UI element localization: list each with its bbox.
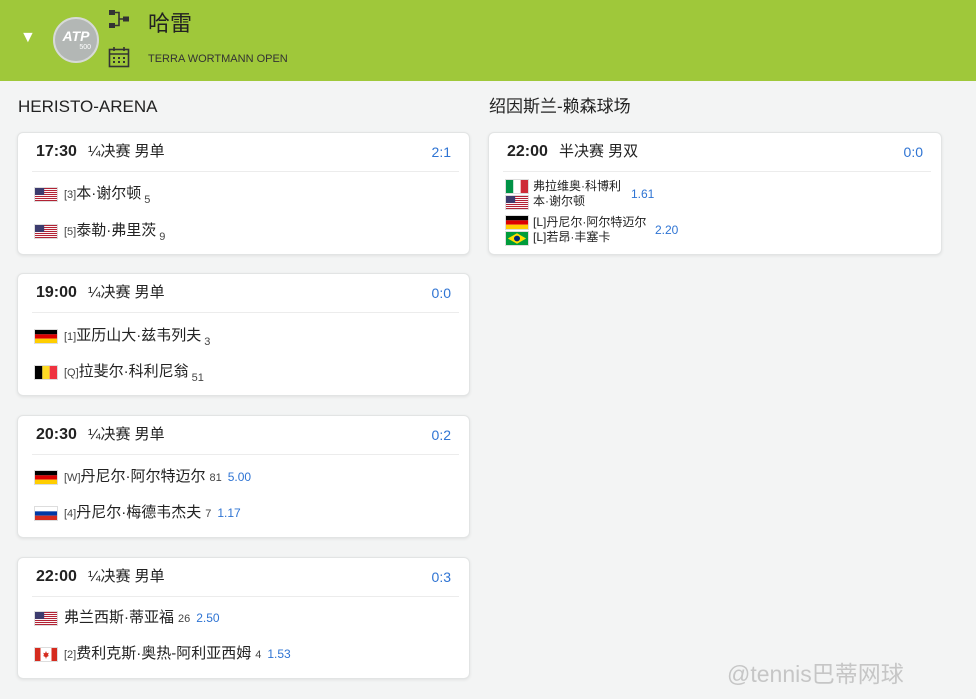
match-score[interactable]: 0:2 bbox=[432, 425, 451, 445]
match-round: ¼决赛 男单 bbox=[88, 426, 165, 443]
match-card[interactable]: 20:30 ¼决赛 男单 0:2 [W]丹尼尔·阿尔特迈尔 81 5.00 [4]丹… bbox=[17, 415, 470, 538]
atp-500-logo: ATP 500 bbox=[53, 17, 99, 63]
player-name[interactable]: 拉斐尔·科利尼翁 bbox=[79, 363, 189, 380]
match-header: 19:00 ¼决赛 男单 0:0 bbox=[18, 274, 469, 312]
weibo-watermark: @tennis巴蒂网球 bbox=[727, 661, 904, 687]
match-time: 19:00 bbox=[36, 284, 77, 301]
tournament-subtitle: TERRA WORTMANN OPEN bbox=[148, 53, 288, 65]
match-time: 20:30 bbox=[36, 426, 77, 443]
match-header: 20:30 ¼决赛 男单 0:2 bbox=[18, 416, 469, 454]
player-seed: [2] bbox=[64, 649, 77, 661]
player-seed: [Q] bbox=[64, 367, 79, 379]
divider bbox=[32, 171, 459, 172]
player-name[interactable]: 费利克斯·奥热-阿利亚西姆 bbox=[76, 645, 251, 662]
match-score[interactable]: 0:0 bbox=[904, 142, 923, 162]
match-round: ¼决赛 男单 bbox=[88, 143, 165, 160]
player-rank: 5 bbox=[144, 194, 151, 206]
player-seed: [5] bbox=[64, 226, 77, 238]
divider bbox=[503, 171, 931, 172]
match-time: 22:00 bbox=[36, 568, 77, 585]
player-name-line: [3]本·谢尔顿 5 bbox=[64, 184, 151, 206]
player-seed: [3] bbox=[64, 189, 77, 201]
player-rank: 9 bbox=[159, 231, 166, 243]
player-name-line: [W]丹尼尔·阿尔特迈尔 81 5.00 bbox=[64, 467, 251, 488]
collapse-toggle-icon[interactable]: ▼ bbox=[20, 28, 36, 48]
player-rank: 51 bbox=[191, 372, 204, 384]
player-name[interactable]: 本·谢尔顿 bbox=[533, 194, 621, 209]
player-rank: 4 bbox=[255, 649, 262, 661]
player-odds[interactable]: 1.17 bbox=[217, 506, 240, 520]
germany-flag-icon bbox=[505, 215, 529, 230]
player-name[interactable]: 丹尼尔·阿尔特迈尔 bbox=[81, 468, 206, 485]
match-header: 17:30 ¼决赛 男单 2:1 bbox=[18, 133, 469, 171]
player-name-line: [1]亚历山大·兹韦列夫 3 bbox=[64, 326, 211, 348]
calendar-icon[interactable] bbox=[108, 46, 130, 68]
match-time: 22:00 bbox=[507, 143, 548, 160]
tournament-header: ▼ ATP 500 哈雷 TERRA WORTMANN OPEN bbox=[0, 0, 976, 81]
match-round: 半决赛 男双 bbox=[559, 143, 639, 160]
team-odds[interactable]: 1.61 bbox=[631, 187, 654, 202]
tournament-name[interactable]: 哈雷 bbox=[148, 11, 192, 37]
player-name[interactable]: [L]丹尼尔·阿尔特迈尔 bbox=[533, 215, 646, 230]
player-name[interactable]: 本·谢尔顿 bbox=[76, 185, 141, 202]
match-header: 22:00 ¼决赛 男单 0:3 bbox=[18, 558, 469, 596]
usa-flag-icon bbox=[34, 224, 58, 239]
match-score[interactable]: 2:1 bbox=[432, 142, 451, 162]
match-card[interactable]: 22:00 半决赛 男双 0:0 弗拉维奥·科博利 本·谢尔顿 1.61 [L]… bbox=[488, 132, 942, 255]
player-rank: 7 bbox=[205, 508, 212, 520]
player-rank: 3 bbox=[204, 336, 211, 348]
player-odds[interactable]: 2.50 bbox=[196, 611, 219, 625]
match-round: ¼决赛 男单 bbox=[88, 284, 165, 301]
player-name[interactable]: 弗拉维奥·科博利 bbox=[533, 179, 621, 194]
player-name[interactable]: 丹尼尔·梅德韦杰夫 bbox=[76, 504, 201, 521]
player-odds[interactable]: 1.53 bbox=[267, 647, 290, 661]
team-names: 弗拉维奥·科博利 本·谢尔顿 bbox=[533, 179, 621, 209]
canada-flag-icon bbox=[34, 647, 58, 662]
player-rank: 26 bbox=[178, 613, 191, 625]
player-seed: [1] bbox=[64, 331, 77, 343]
player-name[interactable]: 亚历山大·兹韦列夫 bbox=[76, 327, 201, 344]
match-card[interactable]: 22:00 ¼决赛 男单 0:3 弗兰西斯·蒂亚福 26 2.50 [2]费利克斯·… bbox=[17, 557, 470, 679]
logo-sub: 500 bbox=[79, 44, 91, 51]
divider bbox=[32, 312, 459, 313]
player-seed: [4] bbox=[64, 508, 77, 520]
germany-flag-icon bbox=[34, 470, 58, 485]
player-rank: 81 bbox=[209, 472, 222, 484]
logo-text: ATP bbox=[62, 28, 90, 44]
player-name-line: [Q]拉斐尔·科利尼翁 51 bbox=[64, 362, 204, 384]
player-name-line: [4]丹尼尔·梅德韦杰夫 7 1.17 bbox=[64, 503, 241, 524]
brazil-flag-icon bbox=[505, 231, 529, 246]
match-time: 17:30 bbox=[36, 143, 77, 160]
belgium-flag-icon bbox=[34, 365, 58, 380]
team-odds[interactable]: 2.20 bbox=[655, 223, 678, 238]
player-seed: [W] bbox=[64, 472, 81, 484]
usa-flag-icon bbox=[34, 611, 58, 626]
italy-flag-icon bbox=[505, 179, 529, 194]
player-name-line: 弗兰西斯·蒂亚福 26 2.50 bbox=[64, 608, 220, 629]
bracket-icon[interactable] bbox=[108, 9, 130, 29]
usa-flag-icon bbox=[34, 187, 58, 202]
usa-flag-icon bbox=[505, 195, 529, 210]
divider bbox=[32, 596, 459, 597]
match-header: 22:00 半决赛 男双 0:0 bbox=[489, 133, 941, 171]
match-round: ¼决赛 男单 bbox=[88, 568, 165, 585]
venue-title: HERISTO-ARENA bbox=[18, 97, 158, 116]
divider bbox=[32, 454, 459, 455]
match-card[interactable]: 19:00 ¼决赛 男单 0:0 [1]亚历山大·兹韦列夫 3 [Q]拉斐尔·科利… bbox=[17, 273, 470, 396]
match-score[interactable]: 0:0 bbox=[432, 283, 451, 303]
team-flags bbox=[505, 179, 529, 211]
player-name-line: [5]泰勒·弗里茨 9 bbox=[64, 221, 166, 243]
player-name[interactable]: 弗兰西斯·蒂亚福 bbox=[64, 609, 174, 626]
germany-flag-icon bbox=[34, 329, 58, 344]
venue-title: 绍因斯兰-赖森球场 bbox=[489, 97, 631, 116]
team-names: [L]丹尼尔·阿尔特迈尔 [L]若昂·丰塞卡 bbox=[533, 215, 646, 245]
match-card[interactable]: 17:30 ¼决赛 男单 2:1 [3]本·谢尔顿 5 [5]泰勒·弗里茨 9 bbox=[17, 132, 470, 255]
russia-flag-icon bbox=[34, 506, 58, 521]
match-score[interactable]: 0:3 bbox=[432, 567, 451, 587]
player-name-line: [2]费利克斯·奥热-阿利亚西姆 4 1.53 bbox=[64, 644, 291, 665]
player-name[interactable]: 泰勒·弗里茨 bbox=[76, 222, 156, 239]
team-flags bbox=[505, 215, 529, 247]
player-odds[interactable]: 5.00 bbox=[228, 470, 251, 484]
player-name[interactable]: [L]若昂·丰塞卡 bbox=[533, 230, 646, 245]
